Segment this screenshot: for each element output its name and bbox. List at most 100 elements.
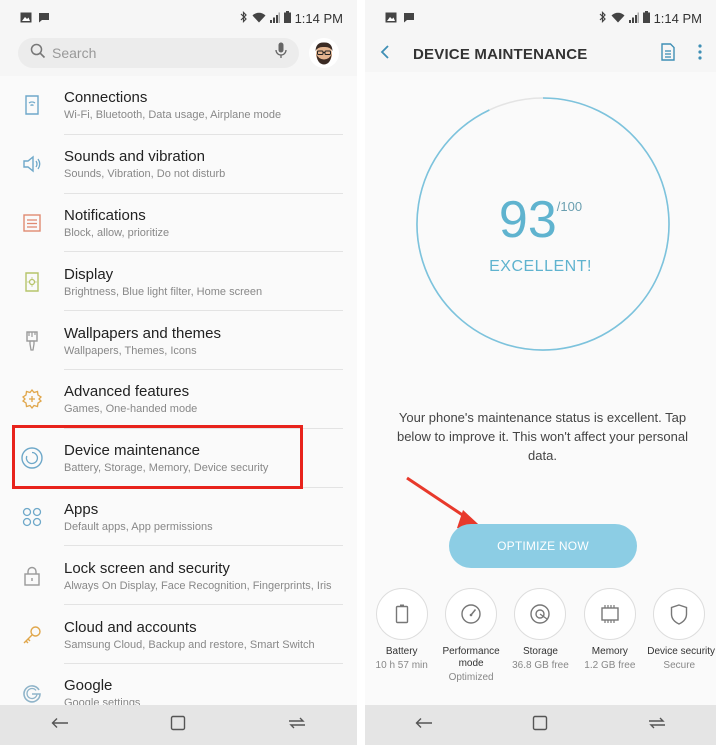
microphone-icon[interactable]: [275, 42, 287, 64]
nav-recents-icon[interactable]: [647, 716, 667, 735]
key-icon: [0, 624, 64, 646]
setting-title: Sounds and vibration: [64, 148, 205, 166]
tile-value: 10 h 57 min: [375, 660, 428, 671]
brush-icon: [0, 330, 64, 352]
tile-device-security[interactable]: Device security Secure: [647, 588, 716, 683]
setting-display[interactable]: Display Brightness, Blue light filter, H…: [0, 252, 357, 311]
navigation-bar: [365, 705, 716, 745]
score-display: 93/100: [365, 190, 716, 250]
storage-icon: [514, 588, 567, 640]
score-value: 93: [498, 191, 557, 249]
gallery-notification-icon: [20, 11, 32, 26]
gear-plus-icon: [0, 388, 64, 410]
navigation-bar: [0, 705, 357, 745]
battery-status-icon: [283, 10, 291, 26]
signal-icon: [628, 11, 639, 26]
maintenance-tiles: Battery 10 h 57 min Performance mode Opt…: [365, 588, 716, 683]
setting-lock-screen-and-security[interactable]: Lock screen and security Always On Displ…: [0, 546, 357, 605]
setting-subtitle: Sounds, Vibration, Do not disturb: [64, 168, 226, 181]
setting-notifications[interactable]: Notifications Block, allow, prioritize: [0, 194, 357, 253]
tile-value: Secure: [663, 660, 696, 671]
tile-storage[interactable]: Storage 36.8 GB free: [508, 588, 572, 683]
google-icon: [0, 682, 64, 704]
apps-grid-icon: [0, 506, 64, 528]
tile-battery[interactable]: Battery 10 h 57 min: [370, 588, 434, 683]
setting-subtitle: Always On Display, Face Recognition, Fin…: [64, 579, 332, 592]
settings-list: Connections Wi-Fi, Bluetooth, Data usage…: [0, 76, 357, 723]
score-max: /100: [556, 199, 583, 214]
display-icon: [0, 271, 64, 293]
device-maintenance-screen: 1:14 PM DEVICE MAINTENANCE 93/100 EXCELL…: [365, 0, 716, 745]
bluetooth-icon: [599, 10, 607, 26]
tile-memory[interactable]: Memory 1.2 GB free: [578, 588, 642, 683]
tile-performance-mode[interactable]: Performance mode Optimized: [439, 588, 503, 683]
nav-recents-icon[interactable]: [287, 716, 307, 735]
tile-label: Storage: [522, 646, 558, 657]
wifi-icon: [611, 11, 625, 26]
connections-icon: [0, 94, 64, 116]
optimize-now-button[interactable]: OPTIMIZE NOW: [449, 524, 637, 568]
setting-title: Lock screen and security: [64, 559, 230, 577]
profile-avatar[interactable]: [309, 38, 339, 68]
status-time: 1:14 PM: [294, 10, 343, 26]
setting-connections[interactable]: Connections Wi-Fi, Bluetooth, Data usage…: [0, 76, 357, 135]
more-options-icon[interactable]: [698, 43, 702, 65]
status-time: 1:14 PM: [653, 10, 702, 26]
nav-back-icon[interactable]: [414, 716, 434, 735]
shield-icon: [653, 588, 706, 640]
setting-subtitle: Wallpapers, Themes, Icons: [64, 344, 197, 357]
tile-label: Memory: [591, 646, 628, 657]
memory-chip-icon: [583, 588, 636, 640]
device-maintenance-highlight: [12, 425, 303, 489]
battery-status-icon: [642, 10, 650, 26]
wifi-icon: [252, 11, 266, 26]
setting-subtitle: Block, allow, prioritize: [64, 226, 170, 239]
message-notification-icon: [38, 11, 50, 26]
tile-value: 1.2 GB free: [584, 660, 636, 671]
nav-back-icon[interactable]: [50, 716, 70, 735]
tile-label: Battery: [385, 646, 418, 657]
setting-title: Google: [64, 677, 113, 695]
tile-label: Device security: [647, 646, 716, 657]
setting-title: Display: [64, 265, 114, 283]
notifications-icon: [0, 212, 64, 234]
tile-value: Optimized: [448, 672, 494, 683]
setting-title: Wallpapers and themes: [64, 324, 222, 342]
setting-wallpapers-and-themes[interactable]: Wallpapers and themes Wallpapers, Themes…: [0, 311, 357, 370]
setting-subtitle: Default apps, App permissions: [64, 520, 213, 533]
maintenance-description: Your phone's maintenance status is excel…: [396, 410, 689, 463]
search-icon: [30, 43, 46, 64]
app-bar: DEVICE MAINTENANCE: [365, 36, 716, 72]
setting-title: Apps: [64, 500, 99, 518]
bluetooth-icon: [240, 10, 248, 26]
setting-cloud-and-accounts[interactable]: Cloud and accounts Samsung Cloud, Backup…: [0, 605, 357, 664]
message-notification-icon: [403, 11, 415, 26]
setting-title: Cloud and accounts: [64, 618, 197, 636]
status-bar: 1:14 PM: [0, 0, 357, 36]
battery-icon: [375, 588, 428, 640]
report-icon[interactable]: [660, 42, 676, 66]
lock-icon: [0, 565, 64, 587]
speedometer-icon: [445, 588, 498, 640]
search-bar[interactable]: [18, 38, 299, 68]
setting-subtitle: Wi-Fi, Bluetooth, Data usage, Airplane m…: [64, 109, 282, 122]
tile-label: Performance mode: [442, 646, 500, 669]
nav-home-icon[interactable]: [170, 715, 186, 736]
setting-title: Advanced features: [64, 383, 190, 401]
score-verdict: EXCELLENT!: [489, 258, 592, 275]
setting-subtitle: Brightness, Blue light filter, Home scre…: [64, 285, 263, 298]
setting-subtitle: Samsung Cloud, Backup and restore, Smart…: [64, 638, 315, 651]
search-input[interactable]: [52, 45, 269, 61]
back-arrow-icon[interactable]: [379, 44, 401, 65]
setting-title: Notifications: [64, 206, 146, 224]
setting-sounds-and-vibration[interactable]: Sounds and vibration Sounds, Vibration, …: [0, 135, 357, 194]
speaker-icon: [0, 153, 64, 175]
signal-icon: [269, 11, 280, 26]
settings-screen: 1:14 PM Search Connections Wi-Fi, Blueto…: [0, 0, 357, 745]
maintenance-body: 93/100 EXCELLENT! Your phone's maintenan…: [365, 72, 716, 705]
setting-advanced-features[interactable]: Advanced features Games, One-handed mode: [0, 370, 357, 429]
gallery-notification-icon: [385, 11, 397, 26]
nav-home-icon[interactable]: [532, 715, 548, 736]
status-bar: 1:14 PM: [365, 0, 716, 36]
setting-apps[interactable]: Apps Default apps, App permissions: [0, 488, 357, 547]
